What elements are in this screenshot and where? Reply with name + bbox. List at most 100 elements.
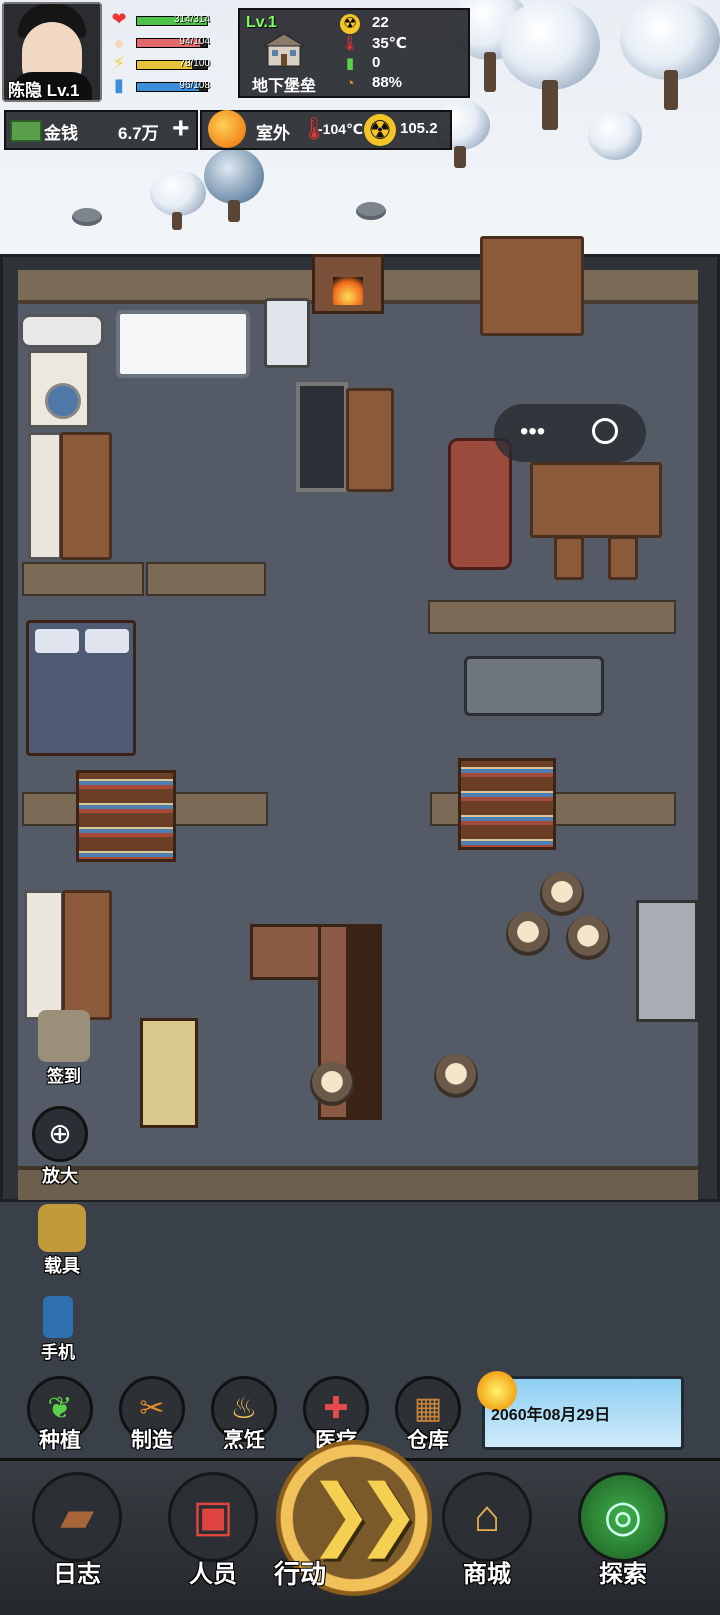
bunker-level: Lv.1	[246, 14, 277, 31]
bunker-info-panel[interactable]: Lv.1 地下堡垒 ☢ 🌡 ▮ ◔ 22 35℃ 0 88%	[238, 8, 470, 98]
partition-wall	[146, 562, 266, 596]
snowy-tree	[620, 0, 720, 110]
bathtub[interactable]	[116, 310, 250, 378]
plant-button[interactable]: ❦ 种植	[20, 1376, 100, 1460]
magnifier-icon: ⊕	[32, 1106, 88, 1162]
cook-button[interactable]: ♨ 烹饪	[204, 1376, 284, 1460]
sun-icon	[208, 110, 246, 148]
snowy-tree	[204, 148, 264, 224]
nav-staff-label: 人员	[189, 1561, 237, 1588]
heart-icon: ❤	[111, 9, 127, 29]
craft-label: 制造	[131, 1429, 173, 1452]
snowy-tree	[150, 170, 206, 232]
cook-label: 烹饪	[223, 1429, 265, 1452]
nav-action-label: 行动	[274, 1559, 327, 1589]
bunker-name: 地下堡垒	[252, 78, 317, 95]
survivor[interactable]	[540, 872, 584, 916]
nav-staff[interactable]: ▣ 人员	[158, 1468, 268, 1608]
snowy-tree	[500, 0, 600, 130]
phone-label: 手机	[41, 1343, 75, 1362]
kitchen-cabinet[interactable]	[60, 432, 112, 560]
bunker-radiation: 22	[372, 14, 389, 31]
player-name-level: 陈隐 Lv.1	[8, 81, 80, 100]
vehicle-button[interactable]: 载具	[26, 1204, 98, 1278]
survivor[interactable]	[566, 916, 610, 960]
basket-icon: ⌂	[442, 1472, 532, 1562]
nav-shop-label: 商城	[463, 1561, 511, 1588]
bunker-temperature: 35℃	[372, 35, 407, 52]
vehicle-icon	[38, 1204, 86, 1252]
hunger-value: 94/104	[179, 36, 210, 47]
game-date: 2060年08月29日	[491, 1407, 611, 1424]
computer-desk[interactable]	[636, 900, 698, 1022]
bed[interactable]	[26, 620, 136, 756]
add-money-button[interactable]: +	[172, 112, 190, 146]
battery-icon: ▮	[345, 55, 355, 72]
dining-chair[interactable]	[608, 536, 638, 580]
nav-explore[interactable]: ◎ 探索	[568, 1468, 678, 1608]
plant-label: 种植	[39, 1429, 81, 1452]
kitchen-cabinet[interactable]	[62, 890, 112, 1020]
fireplace[interactable]	[312, 254, 384, 314]
tv-screen[interactable]	[296, 382, 348, 492]
capsule-menu[interactable]: •••	[494, 404, 646, 462]
bunker-power: 0	[372, 54, 381, 71]
checkin-button[interactable]: 签到	[28, 1010, 100, 1087]
coffee-table[interactable]	[140, 1018, 198, 1128]
radiation-icon: ☢	[364, 114, 396, 146]
survivor[interactable]	[434, 1054, 478, 1098]
dining-table[interactable]	[530, 462, 662, 538]
rock	[356, 202, 386, 220]
outside-radiation: 105.2	[400, 120, 438, 137]
health-value: 314/314	[173, 14, 210, 25]
close-circle-icon[interactable]	[592, 418, 618, 444]
cash-icon	[10, 120, 42, 142]
money-label: 金钱	[44, 124, 78, 143]
massage-chair[interactable]	[448, 438, 512, 570]
house-icon	[262, 33, 306, 67]
dining-chair[interactable]	[554, 536, 584, 580]
vehicle-label: 载具	[44, 1256, 80, 1276]
energy-icon: ⚡	[112, 53, 126, 73]
nav-log[interactable]: ▰ 日志	[22, 1468, 132, 1608]
cabinet[interactable]	[480, 236, 584, 336]
partition-wall	[428, 600, 676, 634]
nav-explore-label: 探索	[599, 1561, 647, 1588]
humidity-icon: ◔	[345, 75, 355, 92]
craft-button[interactable]: ✂ 制造	[112, 1376, 192, 1460]
outside-label: 室外	[256, 124, 290, 143]
date-panel: 2060年08月29日	[477, 1371, 684, 1450]
survivor[interactable]	[506, 912, 550, 956]
nav-action-button[interactable]: ❯❯ 行动	[274, 1440, 434, 1612]
nav-log-label: 日志	[53, 1561, 101, 1588]
water-value: 96/108	[179, 80, 210, 91]
water-purifier[interactable]	[264, 298, 310, 368]
stove-counter[interactable]	[24, 890, 64, 1020]
checkin-label: 签到	[47, 1067, 81, 1086]
toilet[interactable]	[20, 314, 104, 348]
sink-counter[interactable]	[28, 432, 62, 560]
player-avatar[interactable]: 陈隐 Lv.1	[2, 2, 102, 102]
money-panel: 金钱 6.7万 +	[4, 110, 198, 150]
bottom-wall	[18, 1166, 698, 1200]
money-value: 6.7万	[118, 124, 159, 143]
zoom-label: 放大	[42, 1166, 78, 1186]
rock	[72, 208, 102, 226]
tv-stand[interactable]	[346, 388, 394, 492]
phone-button[interactable]: 手机	[22, 1296, 94, 1363]
more-dots-icon[interactable]: •••	[520, 418, 545, 446]
survivor[interactable]	[310, 1062, 354, 1106]
zoom-button[interactable]: ⊕ 放大	[24, 1106, 96, 1188]
treadmill[interactable]	[464, 656, 604, 716]
nav-shop[interactable]: ⌂ 商城	[432, 1468, 542, 1608]
radiation-icon: ☢	[340, 14, 360, 34]
washing-machine[interactable]	[28, 350, 90, 428]
outside-status-panel: 室外 🌡 -104℃ ☢ 105.2	[200, 110, 452, 150]
partition-wall	[22, 562, 144, 596]
stomach-icon: ●	[113, 33, 125, 53]
journal-icon: ▰	[32, 1472, 122, 1562]
bookshelf[interactable]	[458, 758, 556, 850]
bookshelf[interactable]	[76, 770, 176, 862]
phone-icon	[43, 1296, 73, 1338]
energy-value: 78/100	[179, 58, 210, 69]
